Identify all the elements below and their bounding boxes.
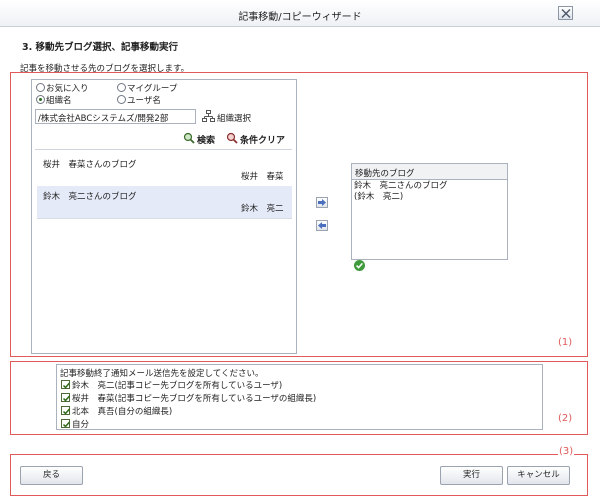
remove-from-target-button[interactable] [316, 220, 328, 231]
cancel-button[interactable]: キャンセル [507, 466, 570, 485]
result-row-selected[interactable]: 鈴木 亮二さんのブログ 鈴木 亮二 [37, 186, 292, 218]
notify-checkbox[interactable] [61, 393, 71, 402]
notify-checkbox-label: 自分 [72, 420, 90, 430]
title-bar: 記事移動/コピーウィザード [0, 0, 600, 27]
notify-checkbox[interactable] [61, 406, 71, 415]
checkmark-icon [62, 382, 71, 389]
target-blog-entry[interactable]: 鈴木 亮二さんのブログ (鈴木 亮二) [354, 181, 448, 203]
radio-org-name-label: 組織名 [46, 96, 72, 106]
window-title: 記事移動/コピーウィザード [238, 12, 362, 23]
section-1-label: (1) [558, 337, 573, 348]
target-blog-header: 移動先のブログ [352, 164, 507, 180]
back-button[interactable]: 戻る [20, 466, 83, 485]
checkmark-icon [62, 421, 71, 428]
notify-checkbox-label: 桜井 春菜(記事コピー先ブログを所有しているユーザの組織長) [72, 394, 317, 404]
notify-checkbox-label: 北本 真吾(自分の組織長) [72, 407, 173, 417]
org-select-icon[interactable] [202, 110, 215, 123]
target-blog-panel: 移動先のブログ 鈴木 亮二さんのブログ (鈴木 亮二) [351, 163, 508, 260]
section-3-label: (3) [558, 446, 575, 457]
close-button[interactable] [558, 6, 573, 20]
result-blog-title: 桜井 春菜さんのブログ [43, 160, 137, 170]
section-2-label: (2) [558, 413, 573, 424]
clear-conditions-button[interactable]: 条件クリア [240, 133, 285, 146]
radio-user-name[interactable] [117, 95, 126, 104]
result-blog-title: 鈴木 亮二さんのブログ [43, 192, 137, 202]
org-name-input[interactable]: /株式会社ABCシステムズ/開発2部 [35, 109, 196, 124]
radio-org-name[interactable] [36, 95, 45, 104]
clear-conditions-icon[interactable] [226, 132, 238, 144]
target-blog-owner: (鈴木 亮二) [354, 192, 404, 202]
arrow-right-icon [318, 199, 326, 206]
checkmark-icon [62, 408, 71, 415]
notify-checkbox[interactable] [61, 419, 71, 428]
target-blog-title: 鈴木 亮二さんのブログ [354, 181, 448, 191]
divider [35, 149, 292, 150]
close-icon [561, 9, 571, 18]
radio-favorites-label: お気に入り [46, 84, 89, 94]
search-icon[interactable] [183, 132, 195, 144]
step-title: 3. 移動先ブログ選択、記事移動実行 [22, 42, 179, 53]
arrow-left-icon [318, 222, 326, 229]
result-row[interactable]: 桜井 春菜さんのブログ 桜井 春菜 [37, 154, 292, 186]
radio-user-name-label: ユーザ名 [127, 96, 161, 106]
notify-checkbox-label: 鈴木 亮二(記事コピー先ブログを所有しているユーザ) [72, 381, 283, 391]
search-button[interactable]: 検索 [197, 133, 215, 146]
row-separator [37, 218, 292, 219]
result-blog-owner: 桜井 春菜 [241, 172, 284, 182]
org-select-link[interactable]: 組織選択 [217, 112, 251, 124]
radio-favorites[interactable] [36, 83, 45, 92]
notify-checkbox[interactable] [61, 380, 71, 389]
checkmark-icon [62, 395, 71, 402]
notification-prompt: 記事移動終了通知メール送信先を設定してください。 [60, 369, 264, 379]
radio-my-group-label: マイグループ [127, 84, 178, 94]
result-blog-owner: 鈴木 亮二 [241, 204, 284, 214]
radio-my-group[interactable] [117, 83, 126, 92]
add-to-target-button[interactable] [316, 197, 328, 208]
execute-button[interactable]: 実行 [440, 466, 503, 485]
confirmed-check-icon [354, 260, 365, 271]
